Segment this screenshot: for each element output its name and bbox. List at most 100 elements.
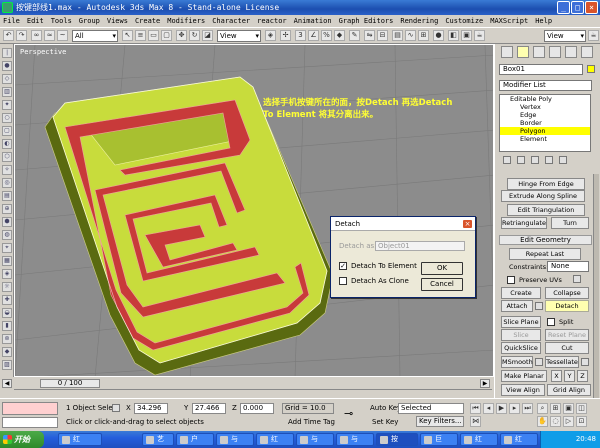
repeat-last-button[interactable]: Repeat Last <box>509 248 581 260</box>
make-planar-button[interactable]: Make Planar <box>501 370 547 382</box>
object-name-field[interactable]: Box01 <box>499 64 583 75</box>
cut-button[interactable]: Cut <box>545 342 589 354</box>
tool-icon[interactable]: ▢ <box>2 126 12 136</box>
reference-coordinate-dropdown[interactable]: View <box>217 30 261 42</box>
taskbar-item-active[interactable]: 按 <box>376 433 418 446</box>
named-selection-icon[interactable]: ✎ <box>349 30 360 41</box>
minimize-button[interactable]: _ <box>557 1 570 14</box>
link-icon[interactable]: ∞ <box>31 30 42 41</box>
undo-icon[interactable]: ↶ <box>3 30 14 41</box>
maxscript-listener-mini[interactable] <box>2 402 58 415</box>
dialog-close-button[interactable]: × <box>462 219 473 229</box>
tool-icon[interactable]: ▨ <box>2 360 12 370</box>
set-key-button[interactable]: Set Key <box>372 418 398 426</box>
go-to-end-icon[interactable]: ⏭ <box>522 403 533 414</box>
maximize-viewport-icon[interactable]: ⊡ <box>576 416 587 427</box>
add-time-tag[interactable]: Add Time Tag <box>288 418 335 426</box>
orbit-icon[interactable]: ◌ <box>550 416 561 427</box>
time-slider[interactable]: 0 / 100 <box>40 379 100 388</box>
menu-create[interactable]: Create <box>135 15 160 27</box>
taskbar-item[interactable]: 红 <box>460 433 498 446</box>
spinner-snap-icon[interactable]: ◆ <box>334 30 345 41</box>
tool-icon[interactable]: ● <box>2 61 12 71</box>
taskbar-item[interactable]: 与 <box>336 433 374 446</box>
tool-icon[interactable]: ◒ <box>2 308 12 318</box>
render-setup-icon[interactable]: ◧ <box>448 30 459 41</box>
tool-icon[interactable]: ✧ <box>2 165 12 175</box>
scale-icon[interactable]: ◪ <box>202 30 213 41</box>
zoom-extents-all-icon[interactable]: ◫ <box>576 403 587 414</box>
detach-to-element-checkbox[interactable]: ✓ <box>339 262 347 270</box>
play-icon[interactable]: ▶ <box>496 403 507 414</box>
stack-editable-poly[interactable]: Editable Poly <box>500 95 590 103</box>
menu-reactor[interactable]: reactor <box>257 15 287 27</box>
maximize-button[interactable]: □ <box>571 1 584 14</box>
make-unique-icon[interactable] <box>531 156 539 164</box>
quickslice-button[interactable]: QuickSlice <box>501 342 541 354</box>
edit-triangulation-button[interactable]: Edit Triangulation <box>507 204 585 216</box>
taskbar-item[interactable]: 红 <box>256 433 294 446</box>
preserve-uvs-checkbox[interactable] <box>507 276 515 284</box>
select-by-name-icon[interactable]: ≡ <box>135 30 146 41</box>
detach-button[interactable]: Detach <box>545 300 589 312</box>
window-crossing-icon[interactable]: ▢ <box>161 30 172 41</box>
taskbar-item[interactable]: 艺 <box>142 433 174 446</box>
menu-maxscript[interactable]: MAXScript <box>490 15 528 27</box>
key-filters-button[interactable]: Key Filters... <box>416 416 464 427</box>
selection-filter-dropdown[interactable]: All <box>72 30 118 42</box>
object-color-swatch[interactable] <box>587 65 595 73</box>
material-editor-icon[interactable]: ● <box>433 30 444 41</box>
redo-icon[interactable]: ↷ <box>16 30 27 41</box>
render-view-dropdown[interactable]: View <box>544 30 586 42</box>
tool-icon[interactable]: ▤ <box>2 191 12 201</box>
lock-selection-icon[interactable] <box>112 404 120 412</box>
align-icon[interactable]: ⊟ <box>377 30 388 41</box>
attach-list-icon[interactable] <box>535 302 543 310</box>
stack-vertex[interactable]: Vertex <box>500 103 590 111</box>
modify-tab-icon[interactable] <box>517 46 529 58</box>
hierarchy-tab-icon[interactable] <box>533 46 545 58</box>
turn-button[interactable]: Turn <box>551 217 589 229</box>
planar-z-button[interactable]: Z <box>577 370 588 382</box>
mirror-icon[interactable]: ⇋ <box>364 30 375 41</box>
render-frame-icon[interactable]: ▣ <box>461 30 472 41</box>
y-coordinate-field[interactable]: 27.466 <box>192 403 226 414</box>
pivot-center-icon[interactable]: ◈ <box>265 30 276 41</box>
maxscript-output-mini[interactable] <box>2 417 58 428</box>
next-key-icon[interactable]: ▸ <box>509 403 520 414</box>
detach-as-input[interactable]: Object01 <box>375 241 465 251</box>
select-object-icon[interactable]: ↖ <box>122 30 133 41</box>
modifier-list-dropdown[interactable]: Modifier List <box>499 80 592 91</box>
snap-toggle-icon[interactable]: 3 <box>295 30 306 41</box>
zoom-all-icon[interactable]: ⊞ <box>550 403 561 414</box>
taskbar-item[interactable]: 巨 <box>420 433 458 446</box>
edit-geometry-rollout[interactable]: Edit Geometry <box>499 235 592 245</box>
curve-editor-icon[interactable]: ∿ <box>405 30 416 41</box>
grid-align-button[interactable]: Grid Align <box>547 384 591 396</box>
region-select-icon[interactable]: ▭ <box>148 30 159 41</box>
viewport-label[interactable]: Perspective <box>20 48 66 56</box>
view-align-button[interactable]: View Align <box>501 384 545 396</box>
menu-customize[interactable]: Customize <box>445 15 483 27</box>
tessellate-settings-icon[interactable] <box>581 358 589 366</box>
tool-icon[interactable]: ⊕ <box>2 204 12 214</box>
bind-space-warp-icon[interactable]: ~ <box>57 30 68 41</box>
stack-edge[interactable]: Edge <box>500 111 590 119</box>
retriangulate-button[interactable]: Retriangulate <box>501 217 547 229</box>
quick-render-icon[interactable]: ☕ <box>474 30 485 41</box>
tool-icon[interactable]: ∣ <box>2 48 12 58</box>
taskbar-item[interactable]: 户 <box>176 433 214 446</box>
pan-icon[interactable]: ✋ <box>537 416 548 427</box>
select-manipulate-icon[interactable]: ✢ <box>280 30 291 41</box>
tool-icon[interactable]: ◎ <box>2 178 12 188</box>
detach-as-clone-checkbox[interactable] <box>339 277 347 285</box>
menu-modifiers[interactable]: Modifiers <box>167 15 205 27</box>
display-tab-icon[interactable] <box>565 46 577 58</box>
menu-character[interactable]: Character <box>212 15 250 27</box>
next-frame-icon[interactable]: ▶ <box>480 379 490 388</box>
tool-icon[interactable]: ◆ <box>2 347 12 357</box>
planar-x-button[interactable]: X <box>551 370 562 382</box>
slice-button[interactable]: Slice <box>501 329 541 341</box>
render-teapot-icon[interactable]: ☕ <box>588 30 599 41</box>
tool-icon[interactable]: ▦ <box>2 256 12 266</box>
